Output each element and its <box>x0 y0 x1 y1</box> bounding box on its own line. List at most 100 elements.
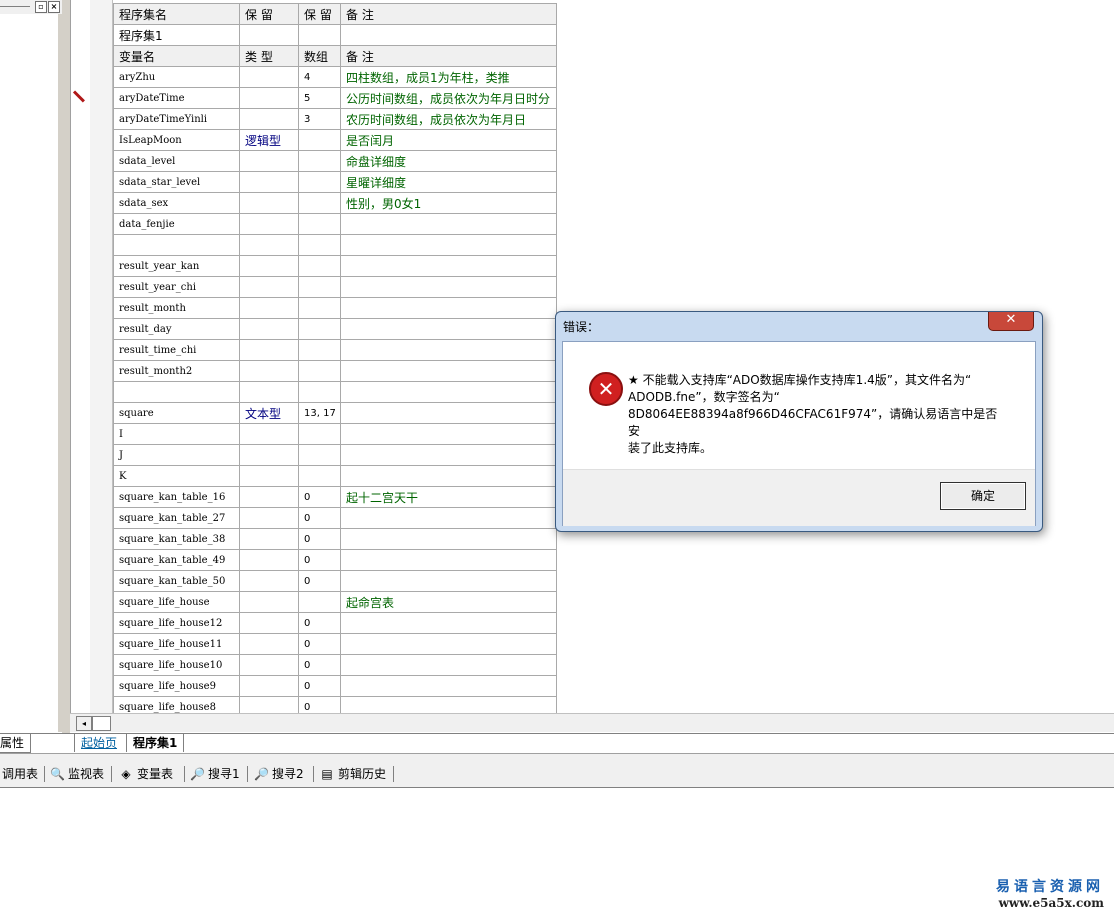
variable-array-cell[interactable] <box>298 171 341 193</box>
variable-note-cell[interactable] <box>340 633 557 655</box>
variable-note-cell[interactable] <box>340 213 557 235</box>
variable-row[interactable]: square_kan_table_27 0 <box>113 507 557 529</box>
variable-array-cell[interactable]: 0 <box>298 486 341 508</box>
variable-row[interactable]: result_day <box>113 318 557 340</box>
variable-note-cell[interactable]: 起命宫表 <box>340 591 557 613</box>
variable-name-cell[interactable]: square_life_house <box>113 591 240 613</box>
variable-name-cell[interactable]: aryDateTime <box>113 87 240 109</box>
variable-array-cell[interactable]: 4 <box>298 66 341 88</box>
variable-name-cell[interactable]: square_life_house9 <box>113 675 240 697</box>
variable-note-cell[interactable] <box>340 276 557 298</box>
variable-type-cell[interactable] <box>239 423 299 445</box>
variable-row[interactable]: square_kan_table_16 0 起十二宫天干 <box>113 486 557 508</box>
variable-name-cell[interactable]: result_day <box>113 318 240 340</box>
variable-note-cell[interactable]: 是否闰月 <box>340 129 557 151</box>
note-cell[interactable] <box>340 24 557 46</box>
variable-row[interactable]: result_year_kan <box>113 255 557 277</box>
toolbar-button[interactable]: ▤ 剪辑历史 <box>320 765 386 783</box>
variable-row[interactable]: result_month <box>113 297 557 319</box>
toolbar-button[interactable]: 🔎 搜寻1 <box>190 765 240 783</box>
variable-note-cell[interactable] <box>340 465 557 487</box>
dialog-close-icon[interactable]: ✕ <box>988 312 1034 331</box>
variable-note-cell[interactable] <box>340 675 557 697</box>
variable-note-cell[interactable] <box>340 255 557 277</box>
ok-button[interactable]: 确定 <box>940 482 1026 510</box>
variable-array-cell[interactable]: 0 <box>298 633 341 655</box>
variable-type-cell[interactable] <box>239 234 299 256</box>
variable-name-cell[interactable]: K <box>113 465 240 487</box>
variable-row[interactable]: square_life_house9 0 <box>113 675 557 697</box>
variable-array-cell[interactable] <box>298 150 341 172</box>
variable-note-cell[interactable] <box>340 402 557 424</box>
variable-row[interactable]: K <box>113 465 557 487</box>
variable-note-cell[interactable]: 星曜详细度 <box>340 171 557 193</box>
variable-row[interactable] <box>113 381 557 403</box>
variable-type-cell[interactable] <box>239 360 299 382</box>
variable-row[interactable]: result_month2 <box>113 360 557 382</box>
variable-type-cell[interactable] <box>239 507 299 529</box>
variable-type-cell[interactable] <box>239 192 299 214</box>
variable-note-cell[interactable]: 农历时间数组，成员依次为年月日 <box>340 108 557 130</box>
variable-row[interactable]: square_life_house 起命宫表 <box>113 591 557 613</box>
variable-row[interactable]: square_kan_table_49 0 <box>113 549 557 571</box>
variable-type-cell[interactable] <box>239 654 299 676</box>
reserved-cell[interactable] <box>298 24 341 46</box>
variable-name-cell[interactable]: square_kan_table_50 <box>113 570 240 592</box>
toolbar-button[interactable]: 🔎 搜寻2 <box>254 765 304 783</box>
variable-name-cell[interactable]: result_month <box>113 297 240 319</box>
variable-array-cell[interactable] <box>298 381 341 403</box>
restore-icon[interactable]: ▫ <box>35 1 47 13</box>
variable-note-cell[interactable] <box>340 612 557 634</box>
variable-type-cell[interactable] <box>239 213 299 235</box>
variable-name-cell[interactable]: IsLeapMoon <box>113 129 240 151</box>
variable-type-cell[interactable] <box>239 675 299 697</box>
variable-type-cell[interactable] <box>239 87 299 109</box>
variable-type-cell[interactable] <box>239 381 299 403</box>
variable-type-cell[interactable] <box>239 171 299 193</box>
variable-array-cell[interactable] <box>298 276 341 298</box>
variable-name-cell[interactable]: square <box>113 402 240 424</box>
variable-type-cell[interactable] <box>239 66 299 88</box>
variable-array-cell[interactable] <box>298 318 341 340</box>
variable-name-cell[interactable]: sdata_level <box>113 150 240 172</box>
variable-type-cell[interactable] <box>239 108 299 130</box>
variable-note-cell[interactable] <box>340 570 557 592</box>
variable-array-cell[interactable]: 0 <box>298 675 341 697</box>
scroll-left-icon[interactable]: ◂ <box>76 716 92 731</box>
variable-row[interactable]: IsLeapMoon 逻辑型 是否闰月 <box>113 129 557 151</box>
variable-type-cell[interactable] <box>239 591 299 613</box>
variable-name-cell[interactable]: square_life_house11 <box>113 633 240 655</box>
variable-name-cell[interactable]: square_kan_table_49 <box>113 549 240 571</box>
variable-row[interactable] <box>113 234 557 256</box>
variable-note-cell[interactable]: 性别，男0女1 <box>340 192 557 214</box>
variable-note-cell[interactable] <box>340 444 557 466</box>
variable-array-cell[interactable]: 0 <box>298 528 341 550</box>
variable-type-cell[interactable] <box>239 339 299 361</box>
variable-row[interactable]: square 文本型 13, 17 <box>113 402 557 424</box>
variable-name-cell[interactable]: square_life_house10 <box>113 654 240 676</box>
variable-type-cell[interactable] <box>239 444 299 466</box>
variable-array-cell[interactable] <box>298 360 341 382</box>
variable-type-cell[interactable]: 逻辑型 <box>239 129 299 151</box>
variable-note-cell[interactable]: 命盘详细度 <box>340 150 557 172</box>
reserved-cell[interactable] <box>239 24 299 46</box>
variable-array-cell[interactable]: 3 <box>298 108 341 130</box>
variable-row[interactable]: data_fenjie <box>113 213 557 235</box>
variable-name-cell[interactable]: sdata_sex <box>113 192 240 214</box>
variable-name-cell[interactable]: result_year_chi <box>113 276 240 298</box>
variable-name-cell[interactable]: sdata_star_level <box>113 171 240 193</box>
variable-type-cell[interactable]: 文本型 <box>239 402 299 424</box>
variable-row[interactable]: aryDateTimeYinli 3 农历时间数组，成员依次为年月日 <box>113 108 557 130</box>
assembly-name-cell[interactable]: 程序集1 <box>113 24 240 46</box>
variable-row[interactable]: result_time_chi <box>113 339 557 361</box>
variable-name-cell[interactable]: result_month2 <box>113 360 240 382</box>
variable-array-cell[interactable] <box>298 339 341 361</box>
variable-name-cell[interactable] <box>113 234 240 256</box>
variable-array-cell[interactable] <box>298 423 341 445</box>
variable-name-cell[interactable]: aryZhu <box>113 66 240 88</box>
horizontal-scrollbar[interactable]: ◂ <box>70 713 1114 732</box>
variable-type-cell[interactable] <box>239 570 299 592</box>
variable-array-cell[interactable]: 0 <box>298 549 341 571</box>
variable-name-cell[interactable]: data_fenjie <box>113 213 240 235</box>
variable-array-cell[interactable]: 0 <box>298 570 341 592</box>
